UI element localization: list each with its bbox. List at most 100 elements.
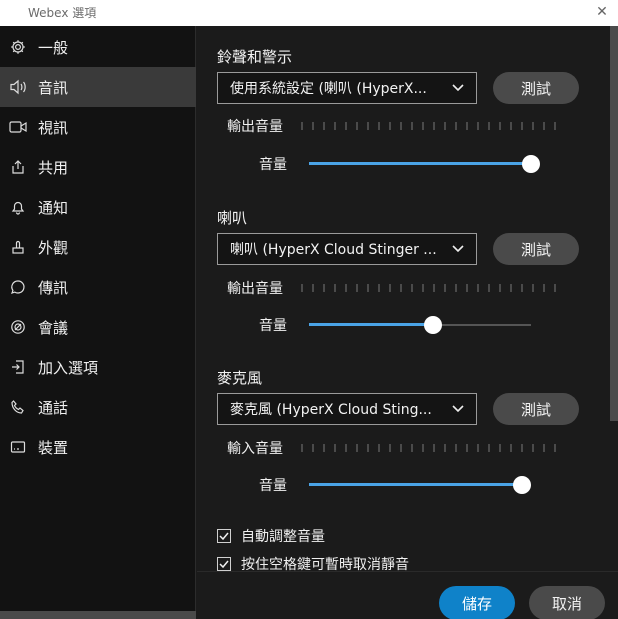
speaker-test-button[interactable]: 測試	[493, 233, 579, 265]
meter-tick	[477, 122, 479, 130]
sidebar-item-label: 通知	[38, 198, 69, 217]
chat-icon	[8, 277, 28, 297]
sidebar-item-calling[interactable]: 通話	[0, 387, 196, 427]
auto-adjust-volume-checkbox[interactable]	[217, 529, 231, 543]
meter-tick	[400, 284, 402, 292]
meter-tick	[488, 444, 490, 452]
meter-tick	[466, 122, 468, 130]
slider-thumb[interactable]	[424, 316, 442, 334]
volume-label: 音量	[259, 318, 287, 334]
meter-tick	[510, 284, 512, 292]
auto-adjust-volume-checkbox-row[interactable]: 自動調整音量	[217, 526, 325, 546]
meter-tick	[554, 122, 556, 130]
phone-icon	[8, 397, 28, 417]
meter-tick	[444, 122, 446, 130]
sidebar-item-label: 裝置	[38, 438, 69, 457]
sidebar-item-label: 一般	[38, 38, 69, 57]
meter-label: 輸出音量	[227, 281, 283, 297]
sidebar-item-audio[interactable]: 音訊	[0, 67, 196, 107]
join-icon	[8, 357, 28, 377]
meter-tick	[455, 444, 457, 452]
cancel-button[interactable]: 取消	[529, 586, 605, 619]
sidebar-item-messaging[interactable]: 傳訊	[0, 267, 196, 307]
meter-tick	[389, 122, 391, 130]
meter-tick	[488, 122, 490, 130]
meter-label: 輸出音量	[227, 119, 283, 135]
meter-tick	[389, 444, 391, 452]
sidebar-item-share[interactable]: 共用	[0, 147, 196, 187]
meter-tick	[301, 122, 303, 130]
meter-tick	[554, 284, 556, 292]
sidebar-item-label: 加入選項	[38, 358, 99, 377]
vertical-scrollbar[interactable]	[610, 26, 618, 421]
meter-tick	[466, 444, 468, 452]
meter-label: 輸入音量	[227, 441, 283, 457]
ringtones-section-title: 鈴聲和警示	[217, 48, 293, 66]
level-meter	[301, 122, 556, 130]
microphone-volume-row: 音量	[259, 474, 531, 496]
slider-thumb[interactable]	[522, 155, 540, 173]
chevron-down-icon	[452, 84, 464, 92]
meter-tick	[510, 122, 512, 130]
select-value: 使用系統設定 (喇叭 (HyperX...	[230, 81, 427, 97]
slider-fill	[309, 162, 531, 165]
ringtone-volume-slider[interactable]	[309, 153, 540, 175]
meter-tick	[433, 284, 435, 292]
ringtone-test-button[interactable]: 測試	[493, 72, 579, 104]
ringtone-device-select[interactable]: 使用系統設定 (喇叭 (HyperX...	[217, 72, 477, 104]
sidebar-item-label: 外觀	[38, 238, 69, 257]
volume-label: 音量	[259, 157, 287, 173]
space-unmute-checkbox[interactable]	[217, 557, 231, 571]
sidebar-item-meetings[interactable]: 會議	[0, 307, 196, 347]
meter-tick	[532, 284, 534, 292]
meter-tick	[422, 122, 424, 130]
sidebar-scrollbar[interactable]	[0, 611, 196, 619]
sidebar-item-notifications[interactable]: 通知	[0, 187, 196, 227]
microphone-device-select[interactable]: 麥克風 (HyperX Cloud Sting...	[217, 393, 477, 425]
speaker-volume-row: 音量	[259, 314, 531, 336]
meter-tick	[521, 284, 523, 292]
sidebar-item-appearance[interactable]: 外觀	[0, 227, 196, 267]
meter-tick	[543, 284, 545, 292]
meter-tick	[543, 444, 545, 452]
checkbox-label: 自動調整音量	[241, 529, 325, 545]
speaker-icon	[8, 77, 28, 97]
chevron-down-icon	[452, 405, 464, 413]
meter-tick	[466, 284, 468, 292]
speaker-section-title: 喇叭	[217, 209, 248, 227]
meter-tick	[422, 284, 424, 292]
microphone-test-button[interactable]: 測試	[493, 393, 579, 425]
sidebar-item-video[interactable]: 視訊	[0, 107, 196, 147]
meter-tick	[554, 444, 556, 452]
speaker-device-select[interactable]: 喇叭 (HyperX Cloud Stinger ...	[217, 233, 477, 265]
sidebar: 一般 音訊 視訊 共用 通知 外觀 傳訊 會議 加入選項 通話 裝置	[0, 26, 196, 619]
sidebar-item-join-options[interactable]: 加入選項	[0, 347, 196, 387]
sidebar-item-general[interactable]: 一般	[0, 27, 196, 67]
save-button[interactable]: 儲存	[439, 586, 515, 619]
meter-tick	[499, 444, 501, 452]
meter-tick	[389, 284, 391, 292]
meter-tick	[323, 122, 325, 130]
meter-tick	[400, 444, 402, 452]
device-icon	[8, 437, 28, 457]
select-value: 喇叭 (HyperX Cloud Stinger ...	[230, 242, 437, 258]
close-icon[interactable]: ✕	[592, 1, 612, 23]
speaker-volume-slider[interactable]	[309, 314, 531, 336]
slider-thumb[interactable]	[513, 476, 531, 494]
meeting-icon	[8, 317, 28, 337]
select-value: 麥克風 (HyperX Cloud Sting...	[230, 402, 432, 418]
meter-tick	[411, 284, 413, 292]
window-title: Webex 選項	[28, 6, 97, 20]
meter-tick	[499, 122, 501, 130]
speaker-output-meter: 輸出音量	[227, 278, 556, 298]
meter-tick	[477, 444, 479, 452]
meter-tick	[411, 444, 413, 452]
level-meter	[301, 444, 556, 452]
sidebar-item-label: 通話	[38, 398, 69, 417]
sidebar-item-label: 共用	[38, 158, 69, 177]
meter-tick	[477, 284, 479, 292]
sidebar-item-devices[interactable]: 裝置	[0, 427, 196, 467]
microphone-volume-slider[interactable]	[309, 474, 531, 496]
meter-tick	[323, 444, 325, 452]
slider-fill	[309, 323, 433, 326]
